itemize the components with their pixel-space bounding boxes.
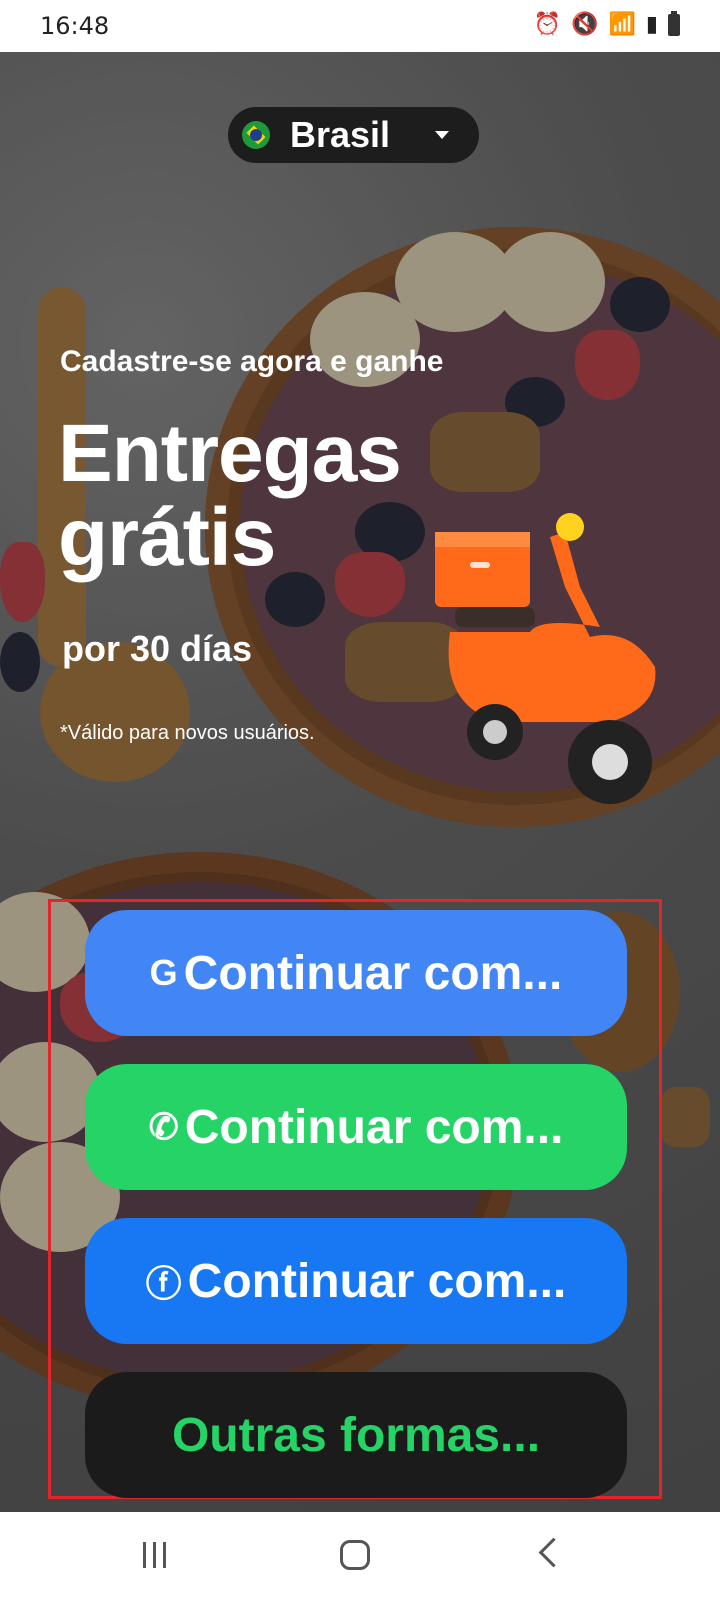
continue-with-google-button[interactable]: G Continuar com... [85,910,627,1036]
battery-icon [668,10,680,36]
facebook-icon: ⓕ [145,1263,182,1304]
promo-note: *Válido para novos usuários. [60,722,315,744]
recents-icon[interactable] [143,1542,169,1568]
wifi-icon: 📶 [608,12,636,37]
promo-title-line1: Entregas [58,408,402,499]
google-icon: G [149,952,178,993]
signal-icon: ▮ [645,12,658,37]
mute-icon: 🔇 [571,12,599,37]
alarm-icon: ⏰ [533,12,562,37]
promo-duration: por 30 días [62,628,253,669]
continue-with-whatsapp-button[interactable]: ✆ Continuar com... [85,1064,627,1190]
status-time: 16:48 [40,12,110,40]
brazil-flag-icon [242,121,270,149]
country-selector[interactable]: Brasil [228,107,479,163]
android-nav-bar [0,1512,720,1600]
country-name: Brasil [290,114,391,155]
promo-title: Entregas grátis [58,408,402,583]
status-bar: 16:48 ⏰ 🔇 📶 ▮ [0,0,720,52]
whatsapp-icon: ✆ [148,1106,179,1147]
promo-subtitle: Cadastre-se agora e ganhe [60,345,444,378]
scooter-illustration [435,513,656,804]
hero-background: Brasil Cadastre-se agora e ganhe Entrega… [0,52,720,1512]
other-options-button[interactable]: Outras formas... [85,1372,627,1498]
whatsapp-button-label: Continuar com... [184,1100,564,1154]
promo-title-line2: grátis [58,492,276,583]
continue-with-facebook-button[interactable]: ⓕ Continuar com... [85,1218,627,1344]
other-options-label: Outras formas... [171,1408,541,1462]
home-icon[interactable] [340,1540,370,1570]
google-button-label: Continuar com... [183,946,563,1000]
facebook-button-label: Continuar com... [187,1254,567,1308]
status-icons: ⏰ 🔇 📶 ▮ [533,10,680,37]
chevron-down-icon [435,131,449,139]
back-icon[interactable] [538,1537,569,1568]
login-options: G Continuar com... ✆ Continuar com... ⓕ … [48,899,662,1499]
